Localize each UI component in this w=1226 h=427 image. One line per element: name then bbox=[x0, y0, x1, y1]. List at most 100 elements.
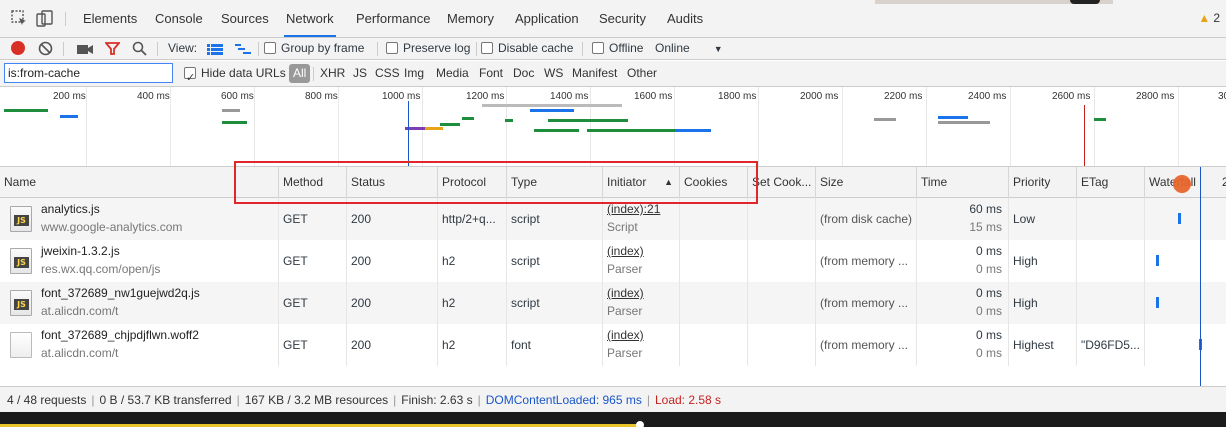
table-row[interactable]: font_372689_chjpdjflwn.woff2 at.alicdn.co… bbox=[0, 324, 1226, 366]
cell-type: font bbox=[506, 324, 602, 366]
column-header-status[interactable]: Status bbox=[346, 167, 437, 198]
initiator-link[interactable]: (index):21 bbox=[607, 201, 660, 217]
initiator-link[interactable]: (index) bbox=[607, 285, 644, 301]
clear-icon[interactable] bbox=[38, 41, 53, 62]
dropdown-arrow-icon: ▼ bbox=[713, 44, 723, 54]
request-name: jweixin-1.3.2.js bbox=[41, 244, 120, 258]
cell-cookies bbox=[679, 198, 747, 240]
load-event-marker bbox=[1084, 105, 1085, 166]
filter-type-manifest[interactable]: Manifest bbox=[572, 61, 617, 86]
cell-name[interactable]: JS analytics.js www.google-analytics.com bbox=[0, 198, 278, 240]
column-header-initiator[interactable]: Initiator ▲ bbox=[602, 167, 679, 198]
cell-cookies bbox=[679, 324, 747, 366]
overview-tick-label: 2200 ms bbox=[884, 91, 923, 102]
overview-tick-label: 2000 ms bbox=[800, 91, 839, 102]
tab-security[interactable]: Security bbox=[597, 0, 648, 38]
filter-type-doc[interactable]: Doc bbox=[513, 61, 534, 86]
column-header-size[interactable]: Size bbox=[815, 167, 916, 198]
cell-cookies bbox=[679, 240, 747, 282]
tab-memory[interactable]: Memory bbox=[445, 0, 496, 38]
table-row[interactable]: JS analytics.js www.google-analytics.com GE… bbox=[0, 198, 1226, 240]
transferred-size: 0 B / 53.7 KB transferred bbox=[99, 393, 232, 407]
column-header-method[interactable]: Method bbox=[278, 167, 346, 198]
disable-cache-checkbox[interactable]: Disable cache bbox=[481, 38, 573, 59]
hide-data-urls-checkbox[interactable]: Hide data URLs bbox=[184, 61, 286, 90]
initiator-link[interactable]: (index) bbox=[607, 243, 644, 259]
checkbox-box[interactable] bbox=[184, 65, 196, 90]
column-header-type[interactable]: Type bbox=[506, 167, 602, 198]
tab-network[interactable]: Network bbox=[284, 0, 336, 37]
device-toolbar-icon[interactable] bbox=[36, 10, 53, 30]
cell-waterfall bbox=[1144, 198, 1226, 240]
filter-type-css[interactable]: CSS bbox=[375, 61, 400, 86]
inspect-element-icon[interactable] bbox=[11, 10, 28, 30]
filter-type-ws[interactable]: WS bbox=[544, 61, 563, 86]
network-status-bar: 4 / 48 requests | 0 B / 53.7 KB transferre… bbox=[0, 386, 1226, 412]
cell-etag bbox=[1076, 198, 1144, 240]
overview-tick-label: 2400 ms bbox=[968, 91, 1007, 102]
column-header-cookies[interactable]: Cookies bbox=[679, 167, 747, 198]
screenshot-camera-icon[interactable] bbox=[77, 42, 93, 63]
checkbox-box[interactable] bbox=[592, 41, 604, 54]
filter-type-media[interactable]: Media bbox=[436, 61, 469, 86]
request-name: font_372689_nw1guejwd2q.js bbox=[41, 286, 200, 300]
filter-type-other[interactable]: Other bbox=[627, 61, 657, 86]
offline-label: Offline bbox=[609, 41, 644, 55]
cell-etag bbox=[1076, 282, 1144, 324]
column-header-name[interactable]: Name bbox=[0, 167, 278, 198]
overview-request-bar bbox=[587, 129, 675, 132]
overview-request-bar bbox=[1094, 118, 1106, 121]
cell-etag: "D96FD5... bbox=[1076, 324, 1144, 366]
checkbox-box[interactable] bbox=[386, 41, 398, 54]
waterfall-bar bbox=[1156, 297, 1159, 308]
cell-status: 200 bbox=[346, 324, 437, 366]
overview-request-bar bbox=[4, 109, 48, 112]
filter-funnel-icon[interactable] bbox=[104, 41, 121, 62]
tab-elements[interactable]: Elements bbox=[81, 0, 139, 38]
tab-sources[interactable]: Sources bbox=[219, 0, 271, 38]
filter-type-font[interactable]: Font bbox=[479, 61, 503, 86]
cell-name[interactable]: JS jweixin-1.3.2.js res.wx.qq.com/open/js bbox=[0, 240, 278, 282]
waterfall-bar bbox=[1156, 255, 1159, 266]
filter-type-all[interactable]: All bbox=[289, 64, 311, 83]
column-header-time[interactable]: Time bbox=[916, 167, 1008, 198]
view-label: View: bbox=[168, 41, 198, 55]
filter-type-js[interactable]: JS bbox=[353, 61, 367, 86]
checkbox-box[interactable] bbox=[264, 41, 276, 54]
cell-name[interactable]: JS font_372689_nw1guejwd2q.js at.alicdn.co… bbox=[0, 282, 278, 324]
overview-tick-label: 600 ms bbox=[221, 91, 254, 102]
cell-time: 60 ms 15 ms bbox=[916, 198, 1008, 240]
tab-performance[interactable]: Performance bbox=[354, 0, 432, 38]
filter-type-img[interactable]: Img bbox=[404, 61, 424, 86]
waterfall-view-icon[interactable] bbox=[235, 42, 251, 63]
throttling-select[interactable]: Online ▼ bbox=[655, 38, 723, 59]
column-header-set-cookies[interactable]: Set Cook... bbox=[747, 167, 815, 198]
tab-audits[interactable]: Audits bbox=[665, 0, 705, 38]
record-icon[interactable] bbox=[11, 41, 25, 55]
initiator-type: Parser bbox=[607, 346, 643, 360]
table-row[interactable]: JS jweixin-1.3.2.js res.wx.qq.com/open/js G… bbox=[0, 240, 1226, 282]
timeline-overview[interactable]: 200 ms 400 ms 600 ms 800 ms 1000 ms 1200… bbox=[0, 87, 1226, 167]
total-time: 0 ms bbox=[975, 286, 1002, 300]
large-rows-icon[interactable] bbox=[207, 42, 223, 63]
column-header-protocol[interactable]: Protocol bbox=[437, 167, 506, 198]
request-domain: www.google-analytics.com bbox=[41, 220, 183, 234]
video-progress-knob[interactable] bbox=[636, 421, 644, 427]
column-header-priority[interactable]: Priority bbox=[1008, 167, 1076, 198]
group-by-frame-checkbox[interactable]: Group by frame bbox=[264, 38, 364, 59]
checkbox-box[interactable] bbox=[481, 41, 493, 54]
network-request-table: Name Method Status Protocol Type Initiat… bbox=[0, 167, 1226, 386]
search-icon[interactable] bbox=[132, 41, 147, 62]
column-header-etag[interactable]: ETag bbox=[1076, 167, 1144, 198]
initiator-link[interactable]: (index) bbox=[607, 327, 644, 343]
cursor-indicator bbox=[1173, 175, 1191, 193]
cell-name[interactable]: font_372689_chjpdjflwn.woff2 at.alicdn.co… bbox=[0, 324, 278, 366]
table-row[interactable]: JS font_372689_nw1guejwd2q.js at.alicdn.co… bbox=[0, 282, 1226, 324]
offline-checkbox[interactable]: Offline bbox=[592, 38, 643, 59]
filter-type-xhr[interactable]: XHR bbox=[320, 61, 345, 86]
preserve-log-checkbox[interactable]: Preserve log bbox=[386, 38, 470, 59]
warning-counter[interactable]: ▲ 2 bbox=[1198, 11, 1220, 25]
tab-application[interactable]: Application bbox=[513, 0, 581, 38]
tab-console[interactable]: Console bbox=[153, 0, 205, 38]
filter-input[interactable] bbox=[4, 63, 173, 83]
